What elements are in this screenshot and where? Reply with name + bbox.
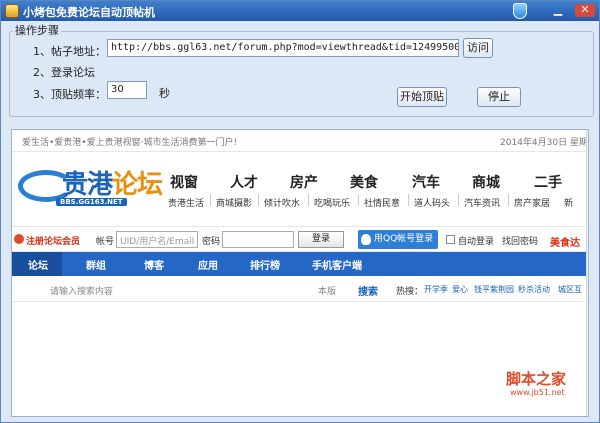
nav-sub-item[interactable]: 汽车资讯 xyxy=(464,196,500,209)
tab-forum[interactable]: 论坛 xyxy=(28,257,48,272)
nav-main-item[interactable]: 房产 xyxy=(290,172,318,192)
logo-url: BBS.GG163.NET xyxy=(56,198,127,206)
nav-sub-item[interactable]: 贵港生活 xyxy=(168,196,204,209)
nav-divider xyxy=(358,194,359,206)
step2-label: 2、登录论坛 xyxy=(33,66,95,79)
step3-label: 3、顶贴频率： xyxy=(33,88,106,101)
nav-main-item[interactable]: 汽车 xyxy=(412,172,440,192)
hot-search-link[interactable]: 钱平紫荆园 xyxy=(474,284,514,295)
group-label: 操作步骤 xyxy=(13,22,61,38)
seconds-unit: 秒 xyxy=(159,87,170,100)
promo-link[interactable]: 美食达 xyxy=(550,234,580,249)
auto-login-label: 自动登录 xyxy=(458,237,495,247)
search-button[interactable]: 搜索 xyxy=(358,283,378,298)
visit-button[interactable]: 访问 xyxy=(463,38,493,58)
nav-divider xyxy=(458,194,459,206)
nav-divider xyxy=(408,194,409,206)
search-bar: 请输入搜索内容 本版 搜索 热搜： 开学季 爱心 钱平紫荆园 秒杀活动 城区互 xyxy=(12,276,586,302)
qq-login-label: 用QQ帐号登录 xyxy=(374,234,434,244)
password-label: 密码 xyxy=(202,237,221,247)
frequency-input[interactable]: 30 xyxy=(107,81,147,99)
window-title: 小烤包免费论坛自动顶帖机 xyxy=(23,6,155,19)
nav-sub-item[interactable]: 新 xyxy=(564,196,573,209)
minimize-button[interactable]: ▁ xyxy=(551,4,565,17)
nav-main-item[interactable]: 人才 xyxy=(230,172,258,192)
post-url-input[interactable]: http://bbs.ggl63.net/forum.php?mod=viewt… xyxy=(107,39,459,57)
tab-apps[interactable]: 应用 xyxy=(198,257,218,272)
nav-main-item[interactable]: 二手 xyxy=(534,172,562,192)
nav-sub-item[interactable]: 房产家居 xyxy=(514,196,550,209)
nav-divider xyxy=(258,194,259,206)
tab-ranking[interactable]: 排行榜 xyxy=(250,257,280,272)
nav-sub-item[interactable]: 社情民意 xyxy=(364,196,400,209)
account-label: 帐号 xyxy=(96,237,115,247)
register-link[interactable]: 注册论坛会员 xyxy=(26,234,80,247)
site-logo[interactable]: 贵港论坛 BBS.GG163.NET xyxy=(18,160,168,212)
site-tagline: 爱生活•爱贵港•爱上贵港视窗·城市生活消费第一门户! xyxy=(22,138,238,148)
watermark-text: 脚本之家 xyxy=(506,370,567,388)
stop-button[interactable]: 停止 xyxy=(477,87,521,107)
nav-divider xyxy=(508,194,509,206)
search-scope-select[interactable]: 本版 xyxy=(318,284,336,297)
nav-main-item[interactable]: 商城 xyxy=(472,172,500,192)
login-button[interactable]: 登录 xyxy=(298,231,344,248)
nav-sub-item[interactable]: 商城摄影 xyxy=(216,196,252,209)
account-input[interactable]: UID/用户名/Email xyxy=(116,231,198,248)
watermark-url: www.jb51.net xyxy=(510,388,565,397)
logo-name: 贵港论坛 xyxy=(62,164,163,201)
nav-sub-item[interactable]: 吃喝玩乐 xyxy=(314,196,350,209)
hot-search-link[interactable]: 秒杀活动 xyxy=(518,284,550,295)
app-window: 小烤包免费论坛自动顶帖机 ▁ ✕ 操作步骤 1、帖子地址： http://bbs… xyxy=(0,0,600,423)
vertical-scrollbar[interactable]: ▲ ▼ xyxy=(586,130,589,416)
login-bar: 注册论坛会员 帐号 UID/用户名/Email 密码 登录 用QQ帐号登录 自动… xyxy=(12,226,586,252)
logo-name-b: 论坛 xyxy=(112,170,163,200)
hot-search-label: 热搜： xyxy=(396,287,424,297)
nav-divider xyxy=(210,194,211,206)
nav-divider xyxy=(308,194,309,206)
scroll-up-icon[interactable]: ▲ xyxy=(588,130,589,142)
forgot-password-link[interactable]: 找回密码 xyxy=(502,234,538,247)
scroll-down-icon[interactable]: ▼ xyxy=(588,404,589,416)
site-watermark: 脚本之家 www.jb51.net xyxy=(506,368,582,412)
auto-login-checkbox[interactable] xyxy=(446,235,455,244)
site-date: 2014年4月30日 星期 xyxy=(500,138,588,148)
tab-mobile-client[interactable]: 手机客户端 xyxy=(312,257,362,272)
app-icon xyxy=(5,4,19,18)
embedded-browser[interactable]: 爱生活•爱贵港•爱上贵港视窗·城市生活消费第一门户! 2014年4月30日 星期… xyxy=(11,129,589,417)
nav-sub-item[interactable]: 倾计吹水 xyxy=(264,196,300,209)
shield-icon[interactable] xyxy=(513,3,527,19)
search-input[interactable]: 请输入搜索内容 xyxy=(50,284,113,297)
hot-search-link[interactable]: 开学季 xyxy=(424,284,448,295)
hot-search-link[interactable]: 爱心 xyxy=(452,284,468,295)
nav-main-item[interactable]: 视窗 xyxy=(170,172,198,192)
password-input[interactable] xyxy=(222,231,294,248)
close-button[interactable]: ✕ xyxy=(575,4,595,17)
hot-search-link[interactable]: 城区互 xyxy=(558,284,582,295)
tab-blog[interactable]: 博客 xyxy=(144,257,164,272)
tab-groups[interactable]: 群组 xyxy=(86,257,106,272)
logo-name-a: 贵港 xyxy=(62,170,113,200)
qq-icon xyxy=(361,234,371,245)
nav-sub-item[interactable]: 道人码头 xyxy=(414,196,450,209)
nav-main-item[interactable]: 美食 xyxy=(350,172,378,192)
register-icon xyxy=(14,234,24,244)
site-topbar: 爱生活•爱贵港•爱上贵港视窗·城市生活消费第一门户! 2014年4月30日 星期 xyxy=(12,130,588,152)
qq-login-button[interactable]: 用QQ帐号登录 xyxy=(358,230,438,249)
start-button[interactable]: 开始顶贴 xyxy=(397,87,447,107)
step1-label: 1、帖子地址： xyxy=(33,45,106,58)
forum-tab-bar: 论坛 群组 博客 应用 排行榜 手机客户端 xyxy=(12,252,586,276)
title-bar: 小烤包免费论坛自动顶帖机 ▁ ✕ xyxy=(1,1,599,21)
scroll-thumb[interactable] xyxy=(588,160,589,220)
